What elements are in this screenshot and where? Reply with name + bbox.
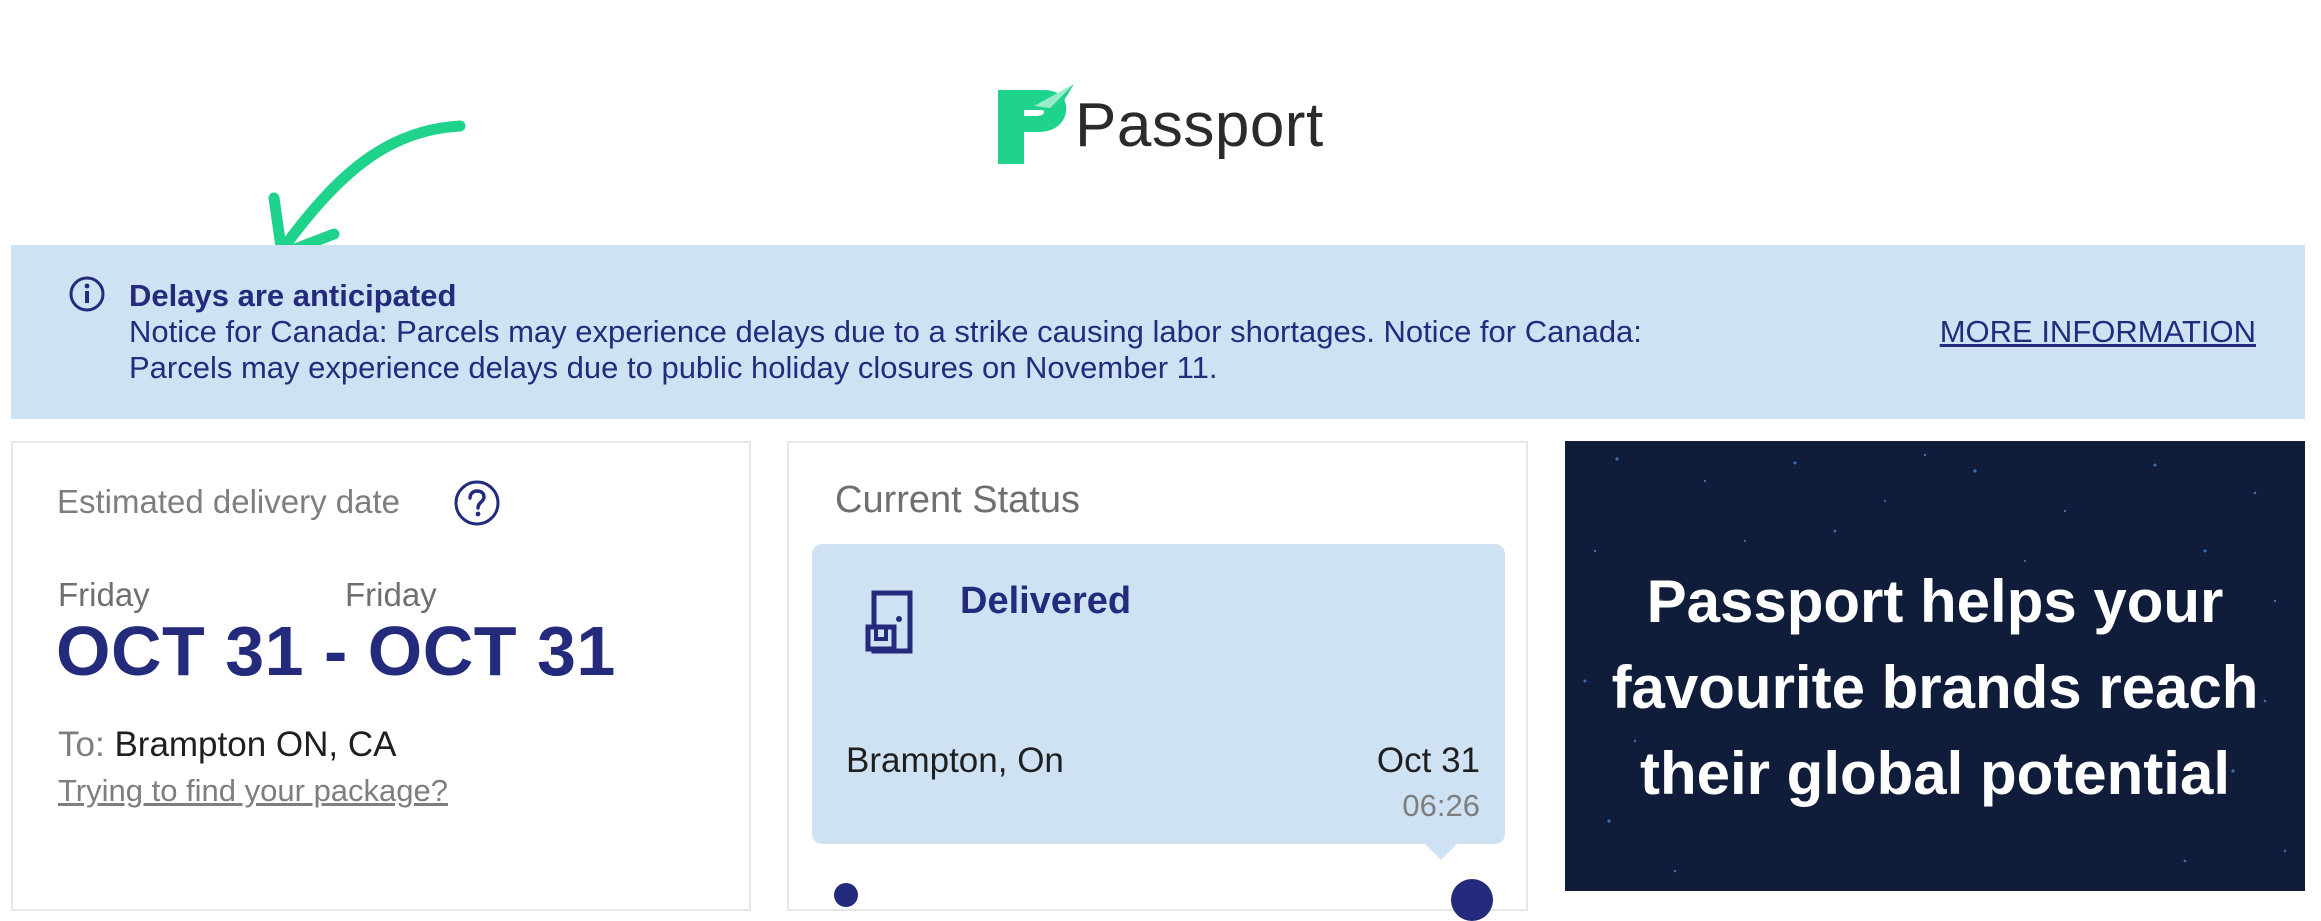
start-day: Friday [58, 576, 150, 613]
promo-panel: Passport helps your favourite brands rea… [1565, 441, 2305, 891]
delay-alert-banner: Delays are anticipated Notice for Canada… [11, 245, 2305, 419]
promo-headline: Passport helps your favourite brands rea… [1611, 568, 2259, 807]
current-status-card: Current Status Delivered Brampton, On Oc… [787, 441, 1528, 921]
estimated-delivery-label: Estimated delivery date [57, 483, 401, 520]
destination-value: Brampton ON, CA [114, 725, 397, 764]
status-label: Delivered [960, 580, 1132, 622]
destination-label: To: [58, 725, 105, 764]
status-location: Brampton, On [846, 741, 1064, 780]
question-circle-icon[interactable] [453, 479, 501, 527]
passport-logo[interactable]: Passport [994, 84, 1324, 168]
brand-name: Passport [1075, 91, 1324, 160]
status-event[interactable]: Delivered Brampton, On Oct 31 06:26 [812, 544, 1505, 844]
alert-title: Delays are anticipated [129, 278, 457, 313]
delivery-date-range: OCT 31 - OCT 31 [56, 612, 616, 690]
more-information-link[interactable]: MORE INFORMATION [1940, 314, 2256, 350]
current-status-title: Current Status [835, 479, 1080, 521]
door-package-icon [865, 590, 913, 654]
estimated-delivery-card: Estimated delivery date Friday Friday OC… [11, 441, 751, 911]
info-circle-icon [69, 276, 105, 312]
end-day: Friday [345, 576, 437, 613]
timeline-current-dot[interactable] [1451, 879, 1493, 921]
timeline-start-dot [834, 883, 858, 907]
passport-logo-icon [998, 84, 1074, 164]
status-pointer [1423, 842, 1459, 860]
status-date: Oct 31 [1376, 741, 1480, 780]
header: Passport [0, 0, 2321, 260]
find-package-link[interactable]: Trying to find your package? [58, 773, 448, 809]
destination: To: Brampton ON, CA [58, 725, 396, 765]
status-time: 06:26 [1402, 788, 1480, 823]
alert-message: Notice for Canada: Parcels may experienc… [129, 314, 1642, 385]
